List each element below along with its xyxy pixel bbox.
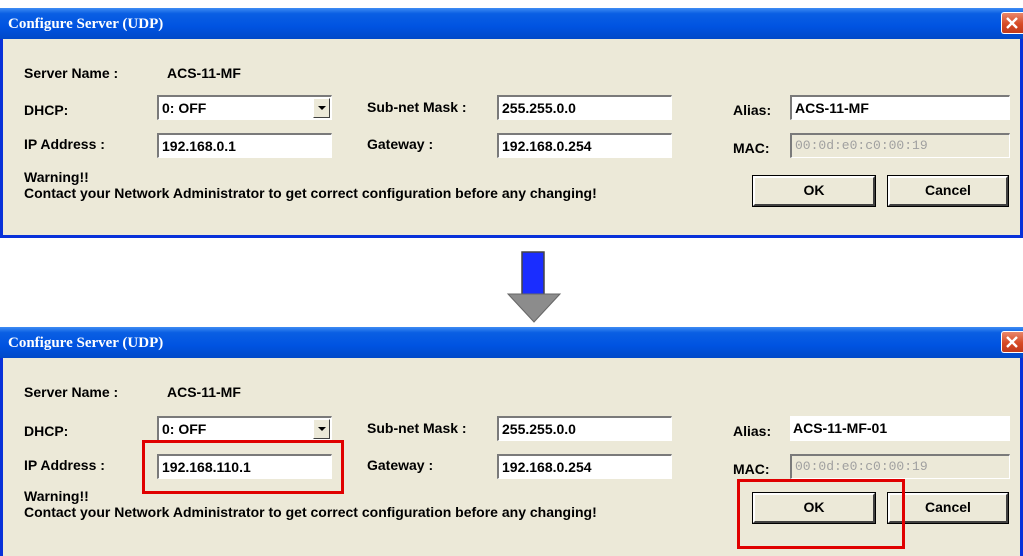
alias-input[interactable]: ACS-11-MF-01 — [790, 416, 1010, 441]
warning-text: Contact your Network Administrator to ge… — [24, 504, 597, 520]
server-name-value: ACS-11-MF — [167, 384, 241, 400]
mac-label: MAC: — [733, 461, 770, 477]
gateway-label: Gateway : — [367, 136, 434, 152]
ip-address-label: IP Address : — [24, 136, 105, 152]
dhcp-select[interactable]: 0: OFF — [157, 95, 332, 120]
chevron-down-icon[interactable] — [313, 98, 330, 118]
chevron-down-icon[interactable] — [313, 419, 330, 439]
server-name-value: ACS-11-MF — [167, 65, 241, 81]
close-button[interactable] — [1001, 12, 1023, 34]
gateway-input[interactable]: 192.168.0.254 — [497, 454, 672, 479]
cancel-button[interactable]: Cancel — [887, 175, 1009, 207]
dhcp-label: DHCP: — [24, 423, 69, 439]
dhcp-select[interactable]: 0: OFF — [157, 416, 332, 441]
dhcp-label: DHCP: — [24, 102, 69, 118]
alias-label: Alias: — [733, 102, 772, 118]
server-name-label: Server Name : — [24, 65, 119, 81]
dialog-title: Configure Server (UDP) — [8, 16, 164, 32]
subnet-mask-label: Sub-net Mask : — [367, 420, 467, 436]
close-icon — [1006, 17, 1018, 29]
configure-server-dialog-before: Configure Server (UDP) Server Name : ACS… — [0, 8, 1023, 238]
title-bar[interactable]: Configure Server (UDP) — [0, 327, 1023, 358]
dhcp-selected-value: 0: OFF — [162, 100, 207, 116]
title-bar[interactable]: Configure Server (UDP) — [0, 8, 1023, 39]
alias-label: Alias: — [733, 423, 772, 439]
arrow-down-icon — [506, 251, 562, 323]
mac-field: 00:0d:e0:c0:00:19 — [790, 133, 1010, 158]
cancel-button[interactable]: Cancel — [887, 492, 1009, 524]
subnet-mask-label: Sub-net Mask : — [367, 99, 467, 115]
warning-text: Contact your Network Administrator to ge… — [24, 185, 597, 201]
warning-title: Warning!! — [24, 488, 89, 504]
close-icon — [1006, 336, 1018, 348]
ok-button-highlight — [737, 479, 905, 549]
warning-title: Warning!! — [24, 169, 89, 185]
subnet-mask-input[interactable]: 255.255.0.0 — [497, 416, 672, 441]
ip-address-label: IP Address : — [24, 457, 105, 473]
ip-address-highlight — [142, 440, 344, 494]
server-name-label: Server Name : — [24, 384, 119, 400]
dhcp-selected-value: 0: OFF — [162, 421, 207, 437]
ok-button[interactable]: OK — [752, 175, 876, 207]
close-button[interactable] — [1001, 331, 1023, 353]
gateway-input[interactable]: 192.168.0.254 — [497, 133, 672, 158]
dialog-title: Configure Server (UDP) — [8, 335, 164, 351]
mac-field: 00:0d:e0:c0:00:19 — [790, 454, 1010, 479]
alias-input[interactable]: ACS-11-MF — [790, 95, 1010, 120]
gateway-label: Gateway : — [367, 457, 434, 473]
configure-server-dialog-after: Configure Server (UDP) Server Name : ACS… — [0, 327, 1023, 556]
ip-address-input[interactable]: 192.168.0.1 — [157, 133, 332, 158]
subnet-mask-input[interactable]: 255.255.0.0 — [497, 95, 672, 120]
mac-label: MAC: — [733, 140, 770, 156]
